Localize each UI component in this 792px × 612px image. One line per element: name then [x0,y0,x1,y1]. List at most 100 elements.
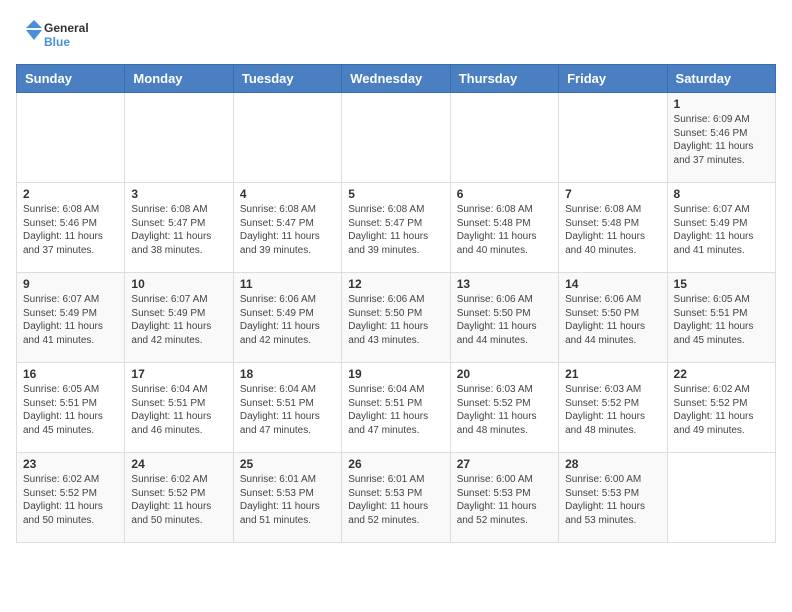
day-number: 4 [240,187,335,201]
calendar-header-row: SundayMondayTuesdayWednesdayThursdayFrid… [17,65,776,93]
day-number: 12 [348,277,443,291]
calendar-day-cell [450,93,558,183]
day-info: Sunrise: 6:06 AMSunset: 5:50 PMDaylight:… [348,293,443,347]
day-number: 24 [131,457,226,471]
calendar-day-cell: 20 Sunrise: 6:03 AMSunset: 5:52 PMDayligh… [450,363,558,453]
day-number: 20 [457,367,552,381]
calendar-week-row: 2 Sunrise: 6:08 AMSunset: 5:46 PMDaylight… [17,183,776,273]
day-number: 8 [674,187,769,201]
day-info: Sunrise: 6:03 AMSunset: 5:52 PMDaylight:… [565,383,660,437]
calendar-day-cell: 14 Sunrise: 6:06 AMSunset: 5:50 PMDayligh… [559,273,667,363]
day-number: 9 [23,277,118,291]
calendar-day-cell: 3 Sunrise: 6:08 AMSunset: 5:47 PMDaylight… [125,183,233,273]
day-number: 3 [131,187,226,201]
calendar-day-cell: 25Sunrise: 6:01 AMSunset: 5:53 PMDayligh… [233,453,341,543]
day-number: 1 [674,97,769,111]
day-info: Sunrise: 6:08 AMSunset: 5:47 PMDaylight:… [240,203,335,257]
day-info: Sunrise: 6:08 AMSunset: 5:48 PMDaylight:… [457,203,552,257]
calendar-day-cell: 5 Sunrise: 6:08 AMSunset: 5:47 PMDaylight… [342,183,450,273]
day-number: 13 [457,277,552,291]
day-info: Sunrise: 6:04 AMSunset: 5:51 PMDaylight:… [348,383,443,437]
svg-text:General: General [44,21,89,35]
calendar-day-cell: 24 Sunrise: 6:02 AMSunset: 5:52 PMDayligh… [125,453,233,543]
day-number: 25 [240,457,335,471]
day-number: 2 [23,187,118,201]
calendar-day-cell: 10 Sunrise: 6:07 AMSunset: 5:49 PMDayligh… [125,273,233,363]
calendar-day-cell [233,93,341,183]
day-info: Sunrise: 6:06 AMSunset: 5:49 PMDaylight:… [240,293,335,347]
calendar-day-cell: 22Sunrise: 6:02 AMSunset: 5:52 PMDayligh… [667,363,775,453]
day-info: Sunrise: 6:05 AMSunset: 5:51 PMDaylight:… [23,383,118,437]
calendar-day-cell: 28 Sunrise: 6:00 AMSunset: 5:53 PMDayligh… [559,453,667,543]
calendar-day-cell [667,453,775,543]
day-info: Sunrise: 6:04 AMSunset: 5:51 PMDaylight:… [240,383,335,437]
day-info: Sunrise: 6:08 AMSunset: 5:47 PMDaylight:… [131,203,226,257]
calendar-day-cell: 19 Sunrise: 6:04 AMSunset: 5:51 PMDayligh… [342,363,450,453]
day-info: Sunrise: 6:07 AMSunset: 5:49 PMDaylight:… [674,203,769,257]
day-number: 7 [565,187,660,201]
calendar-day-cell [125,93,233,183]
day-number: 17 [131,367,226,381]
weekday-header-monday: Monday [125,65,233,93]
weekday-header-tuesday: Tuesday [233,65,341,93]
day-number: 10 [131,277,226,291]
weekday-header-wednesday: Wednesday [342,65,450,93]
day-number: 26 [348,457,443,471]
calendar-day-cell: 6 Sunrise: 6:08 AMSunset: 5:48 PMDaylight… [450,183,558,273]
day-info: Sunrise: 6:06 AMSunset: 5:50 PMDaylight:… [565,293,660,347]
day-number: 23 [23,457,118,471]
calendar-day-cell: 27 Sunrise: 6:00 AMSunset: 5:53 PMDayligh… [450,453,558,543]
day-number: 14 [565,277,660,291]
calendar-day-cell: 4 Sunrise: 6:08 AMSunset: 5:47 PMDaylight… [233,183,341,273]
calendar-day-cell: 23 Sunrise: 6:02 AMSunset: 5:52 PMDayligh… [17,453,125,543]
calendar-day-cell: 11 Sunrise: 6:06 AMSunset: 5:49 PMDayligh… [233,273,341,363]
day-info: Sunrise: 6:07 AMSunset: 5:49 PMDaylight:… [23,293,118,347]
calendar-table: SundayMondayTuesdayWednesdayThursdayFrid… [16,64,776,543]
day-info: Sunrise: 6:02 AMSunset: 5:52 PMDaylight:… [131,473,226,527]
weekday-header-friday: Friday [559,65,667,93]
day-number: 16 [23,367,118,381]
weekday-header-thursday: Thursday [450,65,558,93]
day-info: Sunrise: 6:03 AMSunset: 5:52 PMDaylight:… [457,383,552,437]
day-number: 5 [348,187,443,201]
calendar-day-cell: 18 Sunrise: 6:04 AMSunset: 5:51 PMDayligh… [233,363,341,453]
day-info: Sunrise: 6:08 AMSunset: 5:48 PMDaylight:… [565,203,660,257]
calendar-day-cell [17,93,125,183]
day-number: 15 [674,277,769,291]
calendar-day-cell [342,93,450,183]
day-number: 18 [240,367,335,381]
day-number: 28 [565,457,660,471]
day-number: 11 [240,277,335,291]
day-info: Sunrise: 6:06 AMSunset: 5:50 PMDaylight:… [457,293,552,347]
day-info: Sunrise: 6:05 AMSunset: 5:51 PMDaylight:… [674,293,769,347]
calendar-day-cell: 26 Sunrise: 6:01 AMSunset: 5:53 PMDayligh… [342,453,450,543]
calendar-day-cell: 13 Sunrise: 6:06 AMSunset: 5:50 PMDayligh… [450,273,558,363]
svg-text:Blue: Blue [44,35,70,49]
logo-svg: General Blue [16,16,96,56]
day-info: Sunrise: 6:08 AMSunset: 5:47 PMDaylight:… [348,203,443,257]
day-info: Sunrise: 6:07 AMSunset: 5:49 PMDaylight:… [131,293,226,347]
day-number: 6 [457,187,552,201]
logo: General Blue [16,16,96,56]
day-info: Sunrise: 6:08 AMSunset: 5:46 PMDaylight:… [23,203,118,257]
day-info: Sunrise: 6:00 AMSunset: 5:53 PMDaylight:… [565,473,660,527]
day-info: Sunrise: 6:02 AMSunset: 5:52 PMDaylight:… [23,473,118,527]
calendar-week-row: 9 Sunrise: 6:07 AMSunset: 5:49 PMDaylight… [17,273,776,363]
calendar-day-cell: 7 Sunrise: 6:08 AMSunset: 5:48 PMDaylight… [559,183,667,273]
calendar-day-cell: 8 Sunrise: 6:07 AMSunset: 5:49 PMDaylight… [667,183,775,273]
day-info: Sunrise: 6:02 AMSunset: 5:52 PMDaylight:… [674,383,769,437]
day-info: Sunrise: 6:01 AMSunset: 5:53 PMDaylight:… [348,473,443,527]
day-number: 27 [457,457,552,471]
calendar-day-cell: 15 Sunrise: 6:05 AMSunset: 5:51 PMDayligh… [667,273,775,363]
calendar-day-cell [559,93,667,183]
weekday-header-sunday: Sunday [17,65,125,93]
day-info: Sunrise: 6:04 AMSunset: 5:51 PMDaylight:… [131,383,226,437]
calendar-day-cell: 17 Sunrise: 6:04 AMSunset: 5:51 PMDayligh… [125,363,233,453]
day-number: 19 [348,367,443,381]
calendar-day-cell: 16 Sunrise: 6:05 AMSunset: 5:51 PMDayligh… [17,363,125,453]
day-info: Sunrise: 6:09 AMSunset: 5:46 PMDaylight:… [674,113,769,167]
calendar-day-cell: 1 Sunrise: 6:09 AMSunset: 5:46 PMDaylight… [667,93,775,183]
day-info: Sunrise: 6:00 AMSunset: 5:53 PMDaylight:… [457,473,552,527]
weekday-header-saturday: Saturday [667,65,775,93]
calendar-week-row: 1 Sunrise: 6:09 AMSunset: 5:46 PMDaylight… [17,93,776,183]
